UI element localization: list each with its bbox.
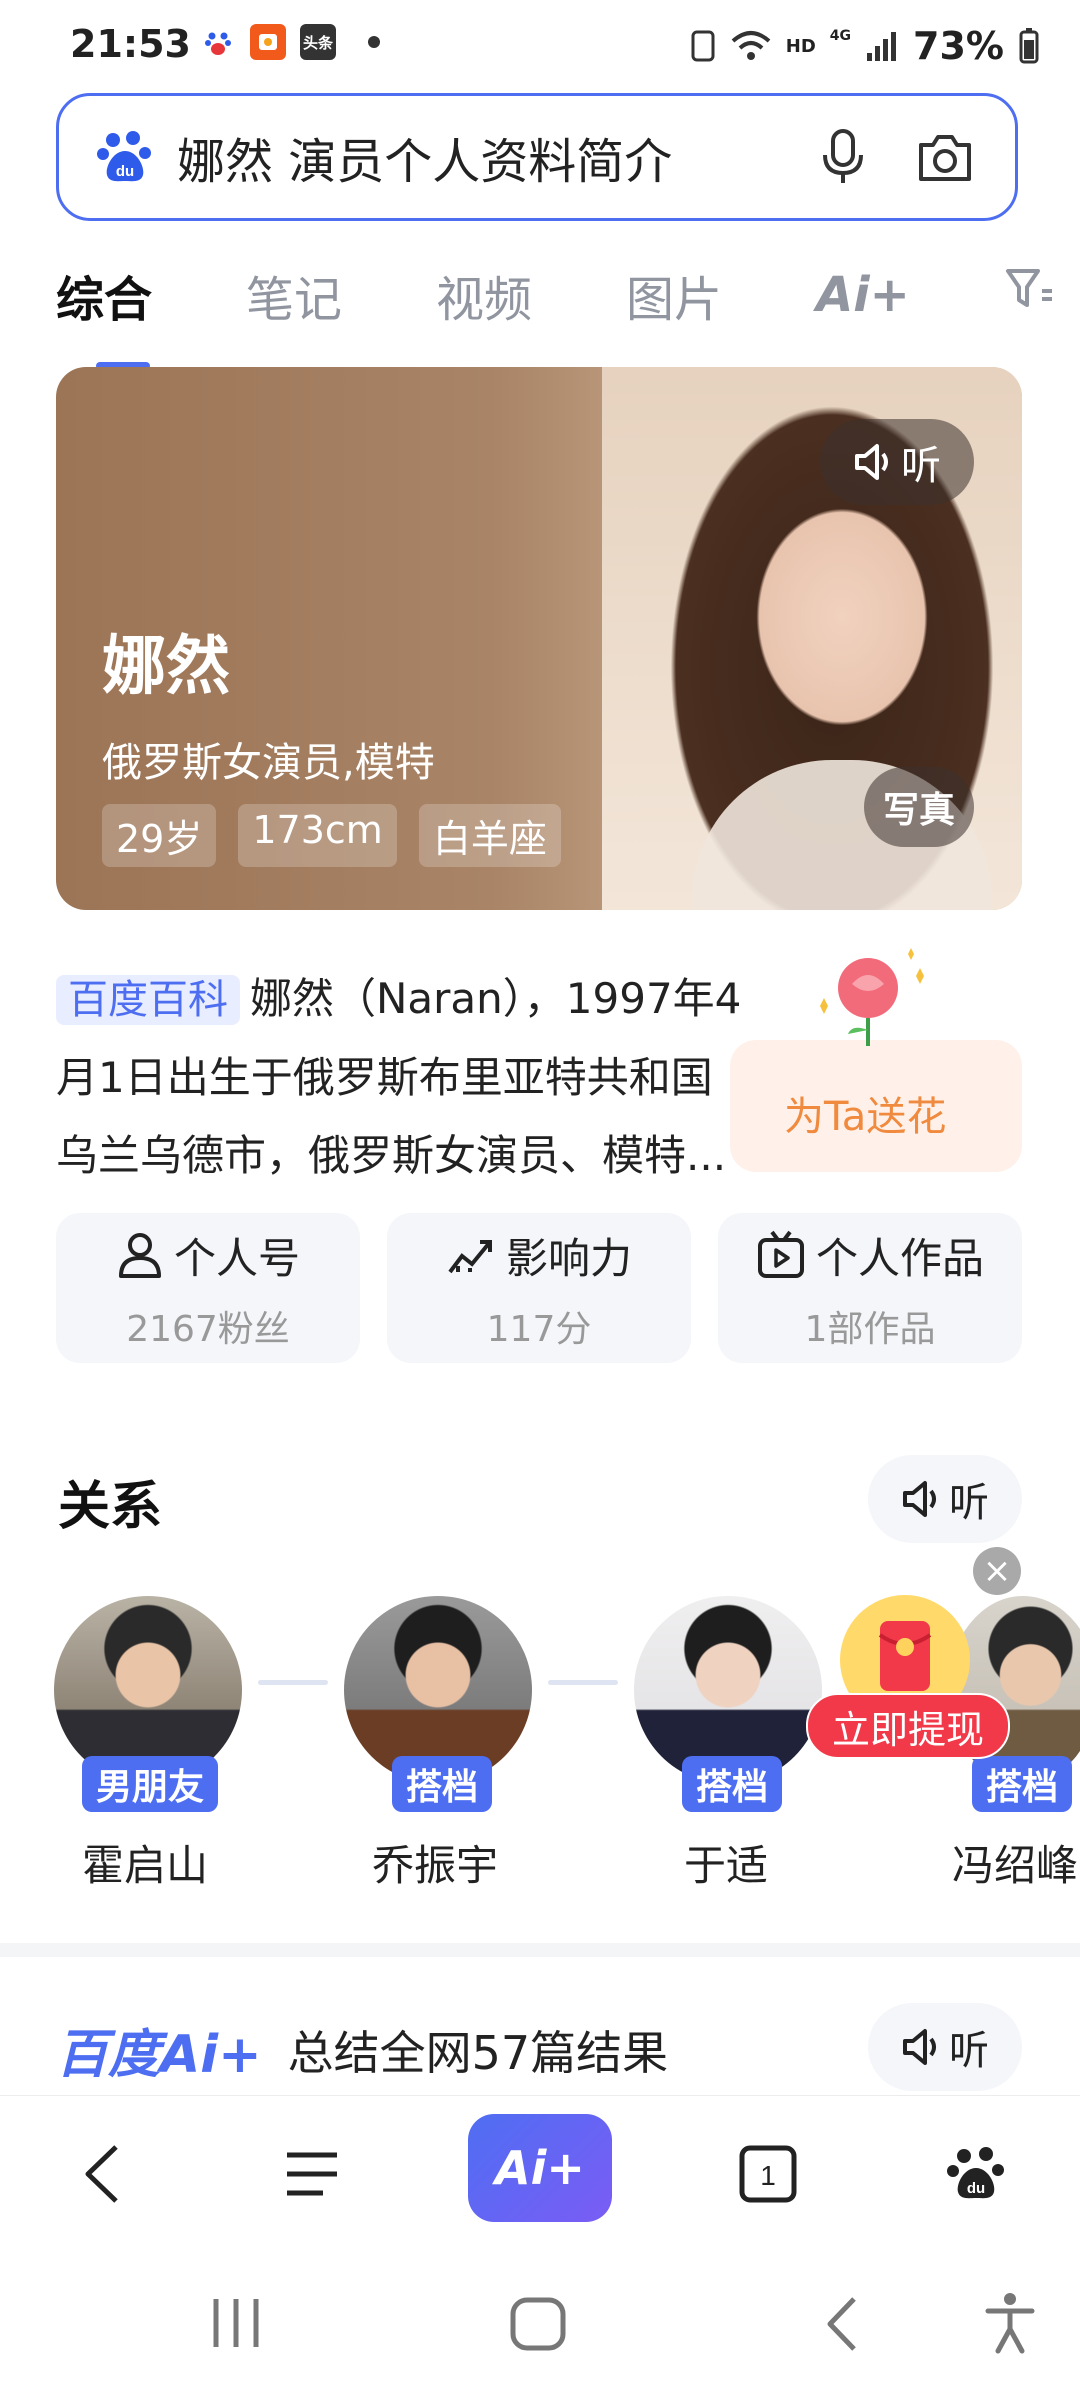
status-time: 21:53	[70, 22, 191, 66]
back-icon[interactable]	[62, 2134, 142, 2214]
speaker-icon	[855, 444, 888, 480]
baike-intro[interactable]: 百度百科 娜然（Naran），1997年4 月1日出生于俄罗斯布里亚特共和国 乌兰…	[56, 960, 776, 1195]
baidu-ai-logo: 百度Ai+	[56, 2025, 262, 2085]
personal-works-card[interactable]: 个人作品 1部作品	[718, 1213, 1022, 1363]
trend-chart-icon	[448, 1240, 492, 1274]
tab-count: 1	[760, 2160, 776, 2191]
battery-percent: 73%	[913, 24, 1004, 68]
system-status: HD 4G 73%	[690, 24, 1040, 68]
search-tabs: 综合 笔记 视频 图片 Ai+	[56, 250, 1056, 370]
profile-description: 俄罗斯女演员,模特	[102, 740, 435, 786]
tab-notes[interactable]: 笔记	[246, 260, 342, 330]
stat-cards: 个人号 2167粉丝 影响力 117分 个人作品 1部作品	[56, 1213, 1022, 1363]
filter-icon[interactable]	[1004, 265, 1054, 325]
baike-line-3: 乌兰乌德市，俄罗斯女演员、模特...	[56, 1131, 727, 1180]
accessibility-icon[interactable]	[982, 2291, 1038, 2359]
recent-apps-icon[interactable]	[206, 2295, 266, 2355]
influence-card[interactable]: 影响力 117分	[387, 1213, 691, 1363]
nfc-icon	[691, 30, 715, 62]
listen-button[interactable]: 听	[820, 419, 974, 505]
video-play-icon	[757, 1230, 804, 1278]
personal-works-sub: 1部作品	[804, 1308, 936, 1350]
rose-icon	[820, 948, 924, 1046]
baidu-notification-icon	[200, 24, 236, 60]
listen-label: 听	[901, 443, 941, 489]
toutiao-notification-icon: 头条	[300, 24, 336, 60]
svg-text:du: du	[116, 163, 134, 180]
more-notifications-dot	[368, 36, 380, 48]
relation-badge-3: 搭档	[682, 1756, 783, 1812]
menu-icon[interactable]	[272, 2134, 352, 2214]
ai-summary-listen-button[interactable]: 听	[868, 2003, 1022, 2091]
notification-icons: 头条	[200, 24, 380, 60]
tabs-icon[interactable]: 1	[728, 2134, 808, 2214]
relations-listen-button[interactable]: 听	[868, 1455, 1022, 1543]
relation-badge-4: 搭档	[972, 1756, 1073, 1812]
home-icon[interactable]	[508, 2295, 568, 2357]
personal-account-sub: 2167粉丝	[126, 1308, 290, 1350]
app-notification-icon	[250, 24, 286, 60]
relation-name-3: 于适	[684, 1841, 769, 1890]
voice-search-icon[interactable]	[811, 125, 875, 189]
close-icon[interactable]: ×	[973, 1547, 1021, 1595]
profile-tags: 29岁 173cm 白羊座	[102, 804, 561, 867]
relation-name-4: 冯绍峰	[952, 1841, 1079, 1890]
personal-account-title: 个人号	[173, 1233, 300, 1283]
relation-connector	[548, 1680, 618, 1685]
ai-assistant-button[interactable]: Ai+	[468, 2114, 612, 2222]
tab-comprehensive[interactable]: 综合	[56, 260, 152, 370]
height-tag: 173cm	[238, 804, 397, 867]
relation-badge-1: 男朋友	[82, 1756, 219, 1812]
tab-videos[interactable]: 视频	[436, 260, 532, 330]
bottom-navigation: Ai+ 1 du	[0, 2095, 1080, 2246]
relation-connector	[258, 1680, 328, 1685]
profile-hero-card[interactable]: 娜然 俄罗斯女演员,模特 29岁 173cm 白羊座 听 写真	[56, 367, 1022, 910]
personal-account-card[interactable]: 个人号 2167粉丝	[56, 1213, 360, 1363]
signal-icon	[867, 32, 897, 61]
age-tag: 29岁	[102, 804, 217, 867]
tab-ai[interactable]: Ai+	[816, 267, 910, 323]
influence-title: 影响力	[505, 1233, 632, 1283]
relation-name-2: 乔振宇	[372, 1841, 499, 1890]
battery-icon	[1019, 28, 1039, 64]
photos-button[interactable]: 写真	[864, 767, 974, 847]
baike-line-1: 娜然（Naran），1997年4	[250, 974, 742, 1023]
baike-line-2: 月1日出生于俄罗斯布里亚特共和国	[56, 1053, 713, 1102]
speaker-icon	[903, 1481, 936, 1517]
send-flower-card[interactable]: 为Ta送花	[730, 1040, 1022, 1172]
ai-summary-listen-label: 听	[949, 2028, 989, 2074]
wifi-icon	[731, 31, 771, 60]
system-navigation-bar	[0, 2245, 1080, 2400]
section-divider	[0, 1943, 1080, 1957]
hd-label: HD	[785, 35, 816, 57]
relation-name-1: 霍启山	[82, 1841, 209, 1890]
network-type-label: 4G	[829, 28, 852, 44]
withdraw-now-button[interactable]: 立即提现	[806, 1693, 1010, 1759]
ai-summary-header[interactable]: 百度Ai+ 总结全网57篇结果	[56, 2012, 668, 2087]
relations-listen-label: 听	[949, 1480, 989, 1526]
system-back-icon[interactable]	[822, 2295, 862, 2357]
baidu-logo-icon: du	[97, 131, 151, 182]
ai-summary-text: 总结全网57篇结果	[287, 2025, 669, 2080]
baike-source-badge: 百度百科	[56, 975, 240, 1025]
relation-badge-2: 搭档	[392, 1756, 493, 1812]
send-flower-label: 为Ta送花	[784, 1094, 947, 1140]
person-icon	[118, 1233, 161, 1278]
baidu-home-icon[interactable]: du	[936, 2134, 1016, 2214]
tab-images[interactable]: 图片	[626, 260, 722, 330]
relations-title: 关系	[58, 1477, 163, 1537]
camera-search-icon[interactable]	[913, 125, 977, 189]
speaker-icon	[903, 2029, 936, 2065]
zodiac-tag: 白羊座	[418, 804, 561, 867]
svg-text:du: du	[967, 2180, 985, 2197]
search-input[interactable]: 娜然 演员个人资料简介	[177, 122, 811, 192]
profile-name: 娜然	[102, 630, 230, 704]
influence-sub: 117分	[486, 1308, 592, 1350]
personal-works-title: 个人作品	[815, 1233, 984, 1283]
status-bar: 21:53 头条 HD 4G 73%	[0, 0, 1080, 90]
search-bar[interactable]: du 娜然 演员个人资料简介	[56, 93, 1018, 221]
